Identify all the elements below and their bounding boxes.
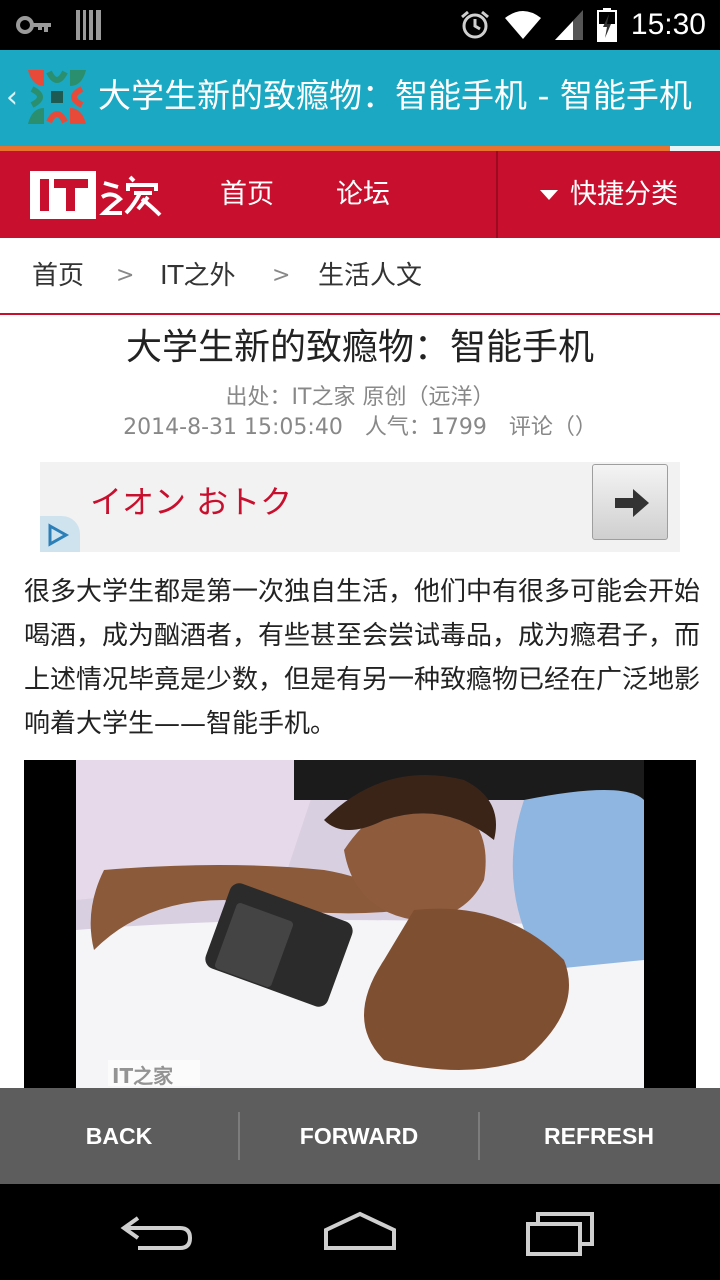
ithome-app-logo[interactable] xyxy=(24,64,90,130)
ad-banner[interactable]: イオン おトク xyxy=(40,462,680,552)
home-nav-icon[interactable] xyxy=(320,1210,400,1254)
signal-icon xyxy=(554,10,583,40)
arrow-right-icon xyxy=(615,489,649,517)
ad-text: イオン おトク xyxy=(90,483,293,521)
article-title: 大学生新的致瘾物：智能手机 xyxy=(125,327,594,368)
status-time: 15:30 xyxy=(630,8,706,41)
article-meta: 2014-8-31 15:05:40 人气：1799 评论（） xyxy=(123,415,597,440)
nav-forum[interactable]: 论坛 xyxy=(336,175,390,215)
refresh-button[interactable]: REFRESH xyxy=(480,1088,718,1184)
ad-arrow-button[interactable] xyxy=(592,464,668,540)
article-body: 很多大学生都是第一次独自生活，他们中有很多可能会开始喝酒，成为酗酒者，有些甚至会… xyxy=(24,577,701,739)
site-header: 首页 论坛 快捷分类 xyxy=(0,151,720,238)
breadcrumb-separator: > xyxy=(272,263,291,288)
image-watermark: IT之家 xyxy=(112,1064,174,1088)
status-bar: 15:30 xyxy=(0,0,720,50)
breadcrumb-it-outside[interactable]: IT之外 xyxy=(160,258,236,294)
nav-home[interactable]: 首页 xyxy=(220,175,274,215)
quick-category-dropdown[interactable]: 快捷分类 xyxy=(496,151,720,238)
chevron-left-icon[interactable]: ‹ xyxy=(6,80,18,115)
caret-down-icon xyxy=(540,190,558,200)
breadcrumb-life-culture[interactable]: 生活人文 xyxy=(318,258,422,294)
wifi-icon xyxy=(504,11,541,39)
ithome-logo[interactable] xyxy=(30,169,162,221)
alarm-icon xyxy=(460,10,489,39)
app-title: 大学生新的致瘾物：智能手机 - 智能手机 xyxy=(98,76,692,115)
system-nav-bar xyxy=(0,1184,720,1280)
battery-charging-icon xyxy=(596,8,617,42)
forward-button[interactable]: FORWARD xyxy=(240,1088,478,1184)
back-nav-icon[interactable] xyxy=(118,1212,198,1256)
breadcrumb-home[interactable]: 首页 xyxy=(32,258,84,294)
article-source: 出处：IT之家 原创（远洋） xyxy=(225,385,495,410)
app-bar: ‹ 大学生新的致瘾物：智能手机 - 智能手机 xyxy=(0,50,720,146)
article-image: IT之家 xyxy=(24,760,696,1090)
breadcrumb: 首页 > IT之外 > 生活人文 xyxy=(0,238,720,315)
screen: 15:30 ‹ 大学生新的致瘾物：智能手机 - 智能手机 首页 论坛 快捷分类 … xyxy=(0,0,720,1280)
breadcrumb-separator: > xyxy=(116,263,135,288)
key-icon xyxy=(16,16,51,34)
adchoices-icon[interactable] xyxy=(40,516,80,552)
browser-toolbar: BACK FORWARD REFRESH xyxy=(0,1088,720,1184)
recents-nav-icon[interactable] xyxy=(524,1210,596,1258)
quick-category-label: 快捷分类 xyxy=(570,179,678,210)
back-button[interactable]: BACK xyxy=(0,1088,238,1184)
barcode-icon xyxy=(76,10,101,40)
